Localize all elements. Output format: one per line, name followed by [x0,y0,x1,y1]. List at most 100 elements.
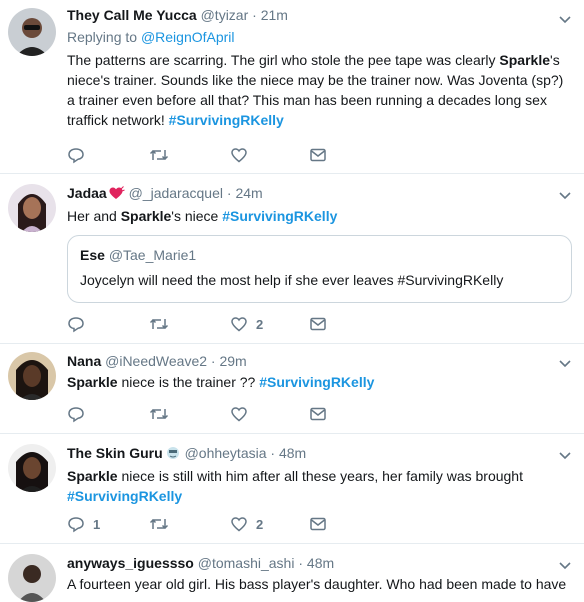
timestamp[interactable]: 21m [261,7,288,23]
display-name[interactable]: Jadaa [67,185,107,201]
retweet-icon [149,518,169,530]
separator-dot: · [298,555,304,571]
reply-button[interactable] [67,404,93,424]
user-handle[interactable]: @tyizar [201,7,249,23]
tweet[interactable]: Nana @iNeedWeave2 · 29m Sparkle niece is… [0,344,584,434]
avatar[interactable] [8,444,56,492]
reply-icon [68,148,84,164]
reply-icon [68,317,84,333]
heart-outline-icon [231,407,247,422]
quoted-tweet[interactable]: Ese @Tae_Marie1 Joycelyn will need the m… [67,235,572,303]
avatar[interactable] [8,352,56,400]
direct-message-button[interactable] [309,145,327,165]
tweet-text-post: niece is still with him after all these … [117,468,523,484]
tweet-text: Sparkle niece is still with him after al… [67,466,570,506]
timestamp[interactable]: 24m [235,185,262,201]
tweet-text: The patterns are scarring. The girl who … [67,50,570,130]
avatar[interactable] [8,8,56,56]
replying-to-label: Replying to [67,29,141,45]
retweet-button[interactable] [149,145,169,165]
retweet-button[interactable] [149,314,169,334]
envelope-icon [310,317,326,331]
tweet[interactable]: Jadaa @_jadaracquel · 24m Her and Sparkl… [0,174,584,344]
like-count: 2 [256,516,264,532]
reply-count: 1 [93,516,101,532]
tweet-text: Sparkle niece is the trainer ?? #Survivi… [67,372,570,392]
retweet-button[interactable] [149,514,169,534]
heart-outline-icon [231,517,247,532]
face-icon [165,446,181,464]
separator-dot: · [252,7,257,23]
hashtag-link[interactable]: #SurvivingRKelly [67,488,182,504]
avatar[interactable] [8,184,56,232]
replying-to-link[interactable]: @ReignOfApril [141,29,235,45]
hashtag-link[interactable]: #SurvivingRKelly [222,208,337,224]
tweet-header: Jadaa @_jadaracquel · 24m [67,184,570,204]
tweet-header: anyways_iguessso @tomashi_ashi · 48m [67,554,570,572]
chevron-down-icon[interactable] [558,448,572,462]
retweet-button[interactable] [149,404,169,424]
heart-icon [109,186,125,204]
chevron-down-icon[interactable] [558,558,572,572]
retweet-icon [149,318,169,330]
display-name[interactable]: Nana [67,353,101,369]
timestamp[interactable]: 48m [307,555,334,571]
tweet[interactable]: They Call Me Yucca @tyizar · 21m Replyin… [0,0,584,174]
like-button[interactable]: 2 [230,514,263,534]
direct-message-button[interactable] [309,314,327,334]
heart-outline-icon [231,148,247,163]
separator-dot: · [270,445,276,461]
timestamp[interactable]: 48m [279,445,306,461]
tweet-feed: They Call Me Yucca @tyizar · 21m Replyin… [0,0,584,602]
user-handle[interactable]: @_jadaracquel [129,185,223,201]
tweet-header: They Call Me Yucca @tyizar · 21m [67,6,570,24]
hashtag-link[interactable]: #SurvivingRKelly [169,112,284,128]
envelope-icon [310,407,326,421]
tweet-text-post: 's niece [171,208,223,224]
separator-dot: · [210,353,216,369]
separator-dot: · [226,185,232,201]
display-name[interactable]: They Call Me Yucca [67,7,197,23]
tweet-text-bold: Sparkle [67,468,118,484]
tweet-header: The Skin Guru @ohheytasia · 48m [67,444,570,464]
chevron-down-icon[interactable] [558,188,572,202]
user-handle[interactable]: @tomashi_ashi [198,555,295,571]
tweet-text: Her and Sparkle's niece #SurvivingRKelly [67,206,570,226]
envelope-icon [310,148,326,162]
like-button[interactable] [230,145,256,165]
user-handle[interactable]: @iNeedWeave2 [105,353,207,369]
like-count: 2 [256,316,264,332]
like-button[interactable] [230,404,256,424]
tweet-text-pre: Her and [67,208,121,224]
reply-button[interactable] [67,145,93,165]
direct-message-button[interactable] [309,404,327,424]
tweet[interactable]: The Skin Guru @ohheytasia · 48m Sparkle … [0,434,584,544]
tweet-text-bold: Sparkle [120,208,172,224]
like-button[interactable]: 2 [230,314,263,334]
hashtag-link[interactable]: #SurvivingRKelly [259,374,374,390]
direct-message-button[interactable] [309,514,327,534]
quoted-display-name: Ese [80,247,105,263]
chevron-down-icon[interactable] [558,12,572,26]
tweet-text-pre: The patterns are scarring. The girl who … [67,52,500,68]
display-name[interactable]: anyways_iguessso [67,555,194,571]
quoted-tweet-header: Ese @Tae_Marie1 [80,246,559,264]
chevron-down-icon[interactable] [558,356,572,370]
envelope-icon [310,517,326,531]
tweet-text-post: niece is the trainer ?? [117,374,260,390]
tweet-header: Nana @iNeedWeave2 · 29m [67,352,570,370]
reply-button[interactable]: 1 [67,514,100,534]
heart-outline-icon [231,317,247,332]
user-handle[interactable]: @ohheytasia [185,445,267,461]
tweet-text-bold: Sparkle [499,52,551,68]
display-name[interactable]: The Skin Guru [67,445,163,461]
reply-icon [68,407,84,423]
retweet-icon [149,408,169,420]
reply-icon [68,517,84,533]
timestamp[interactable]: 29m [219,353,246,369]
reply-button[interactable] [67,314,93,334]
tweet[interactable]: anyways_iguessso @tomashi_ashi · 48m A f… [0,544,584,602]
tweet-text: A fourteen year old girl. His bass playe… [67,574,570,594]
replying-to: Replying to @ReignOfApril [67,28,570,46]
retweet-icon [149,149,169,161]
